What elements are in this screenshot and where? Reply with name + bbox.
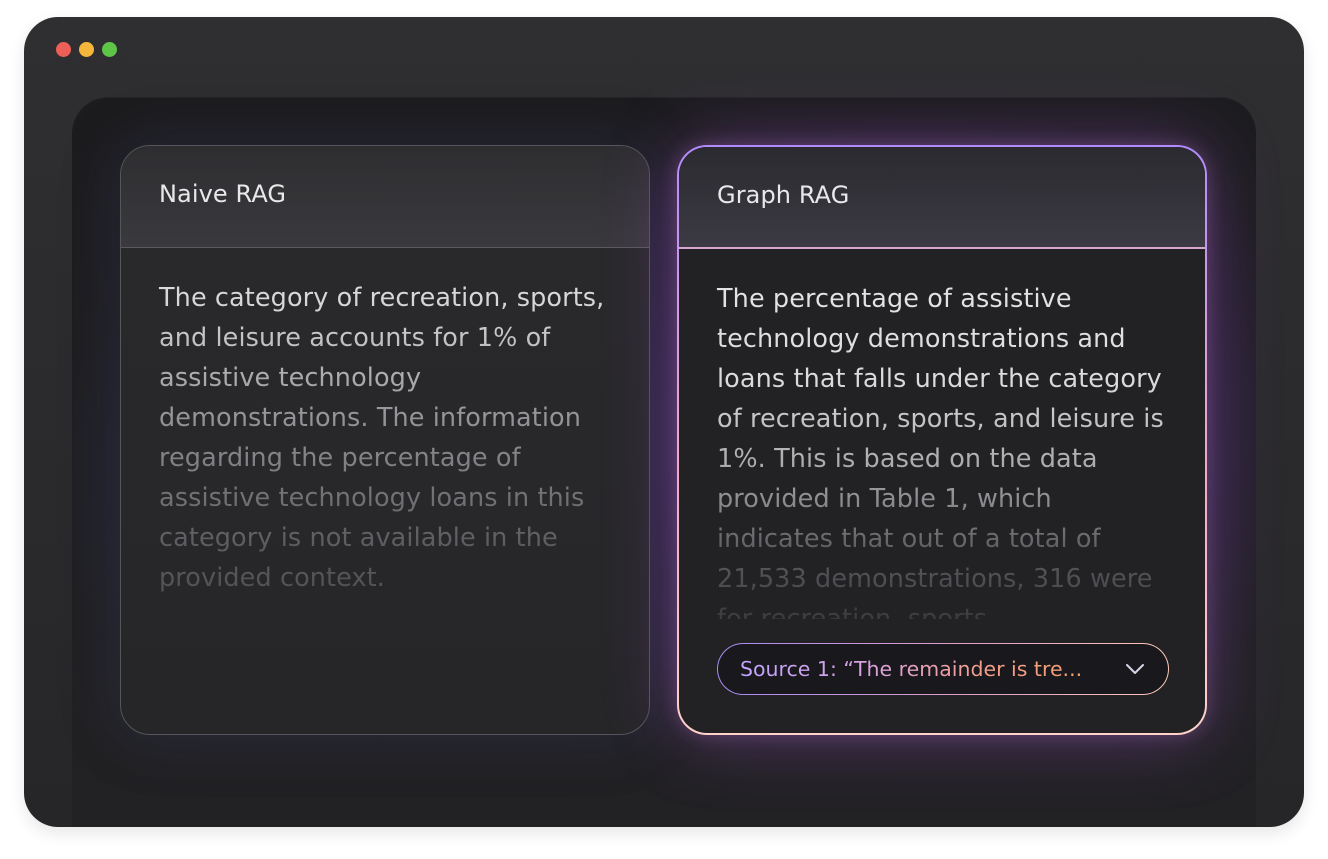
naive-rag-card: Naive RAG The category of recreation, sp…: [120, 145, 650, 735]
comparison-stage: Naive RAG The category of recreation, sp…: [72, 97, 1256, 827]
source-dropdown[interactable]: Source 1: “The remainder is tre...: [717, 643, 1169, 695]
window-controls: [56, 42, 117, 57]
naive-rag-answer: The category of recreation, sports, and …: [121, 248, 649, 598]
graph-rag-title: Graph RAG: [679, 147, 1205, 249]
close-window-button[interactable]: [56, 42, 71, 57]
chevron-down-icon[interactable]: [1124, 658, 1146, 680]
source-label: Source 1: “The remainder is tre...: [740, 657, 1110, 681]
naive-rag-title: Naive RAG: [121, 146, 649, 248]
graph-rag-card: Graph RAG The percentage of assistive te…: [677, 145, 1207, 735]
graph-rag-answer: The percentage of assistive technology d…: [679, 249, 1205, 619]
maximize-window-button[interactable]: [102, 42, 117, 57]
app-window: Naive RAG The category of recreation, sp…: [24, 17, 1304, 827]
minimize-window-button[interactable]: [79, 42, 94, 57]
